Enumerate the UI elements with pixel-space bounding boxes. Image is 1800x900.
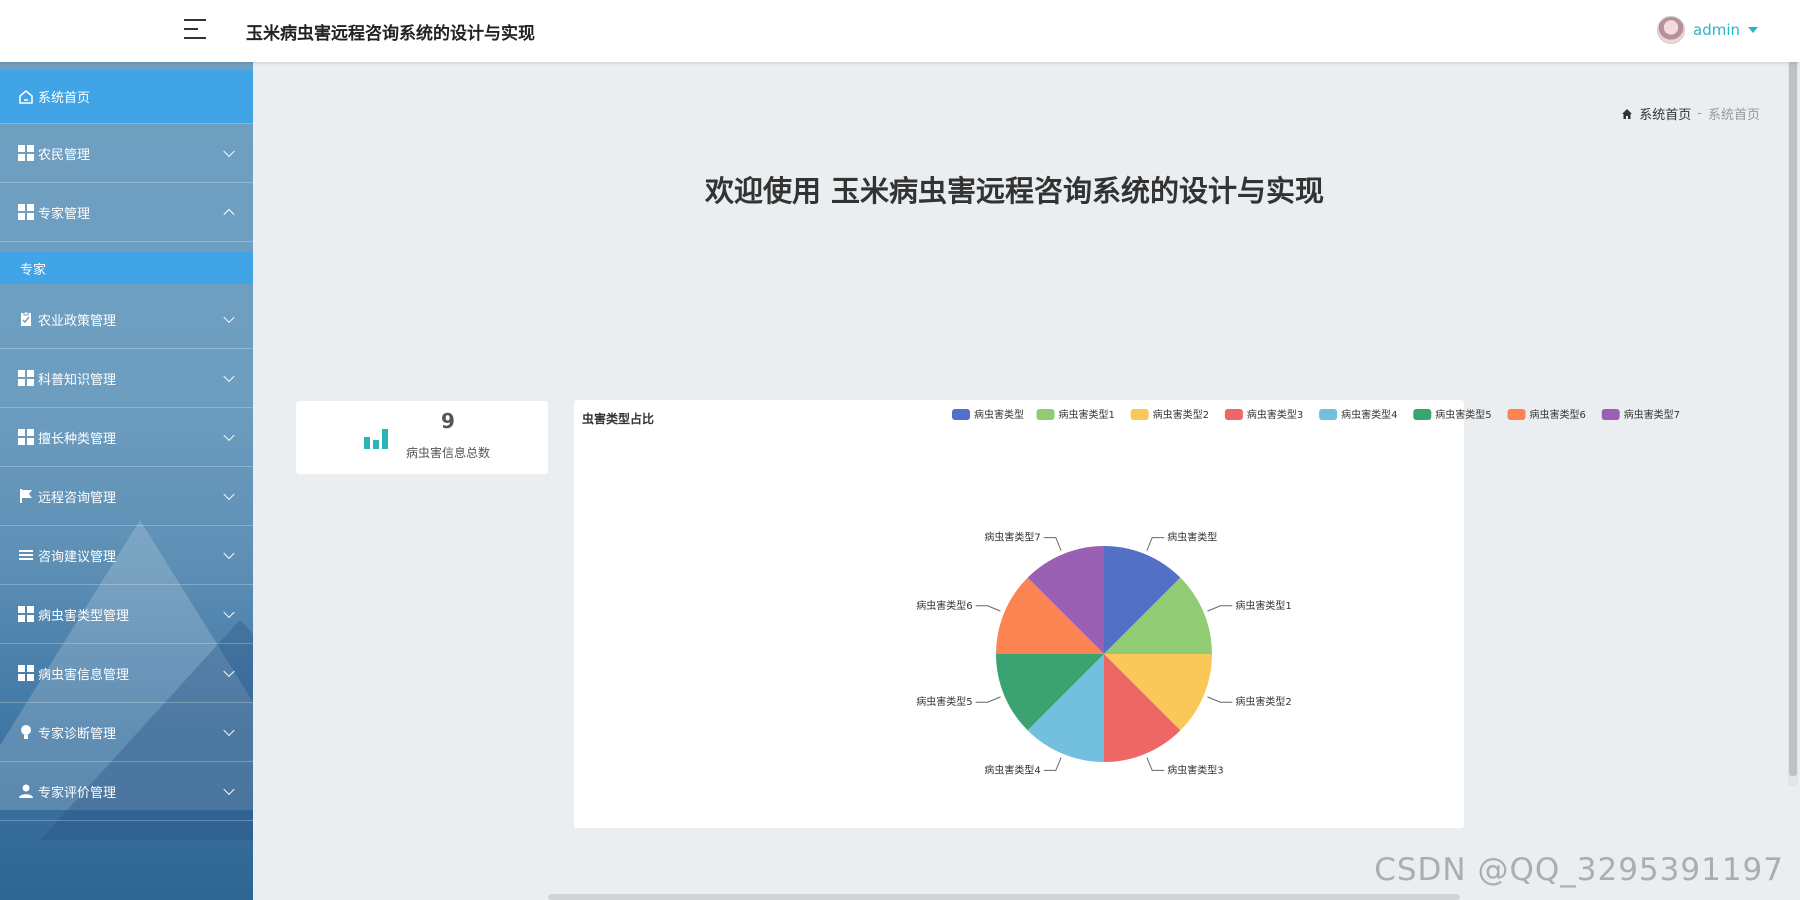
chevron-down-icon	[223, 665, 235, 678]
sidebar-item-label: 病虫害信息管理	[38, 667, 130, 683]
chevron-down-icon	[223, 370, 235, 383]
sidebar-item-label: 咨询建议管理	[38, 549, 117, 565]
sidebar-item-label: 专家评价管理	[38, 785, 117, 801]
grid-icon	[18, 370, 34, 386]
sidebar-item-evaluation[interactable]: 专家评价管理	[0, 762, 253, 821]
sidebar-item-label: 系统首页	[38, 91, 91, 106]
top-header: 玉米病虫害远程咨询系统的设计与实现 admin	[0, 0, 1800, 62]
chevron-down-icon	[223, 488, 235, 501]
chevron-down-icon	[223, 783, 235, 796]
chevron-down-icon	[223, 311, 235, 324]
chevron-down-icon	[223, 606, 235, 619]
sidebar-item-label: 病虫害类型管理	[38, 608, 130, 624]
sidebar-item-label: 擅长种类管理	[38, 431, 117, 447]
menu-toggle-icon[interactable]	[184, 19, 206, 41]
sidebar-item-advice[interactable]: 咨询建议管理	[0, 526, 253, 585]
chevron-down-icon	[223, 429, 235, 442]
home-icon	[1622, 108, 1633, 119]
chevron-down-icon	[223, 145, 235, 158]
sidebar-item-label: 农业政策管理	[38, 313, 117, 329]
sidebar-item-consult[interactable]: 远程咨询管理	[0, 467, 253, 526]
avatar[interactable]	[1657, 16, 1685, 44]
chevron-down-icon	[223, 724, 235, 737]
sidebar-item-pest-info[interactable]: 病虫害信息管理	[0, 644, 253, 703]
flag-icon	[18, 488, 34, 504]
breadcrumb: 系统首页 - 系统首页	[1621, 104, 1760, 123]
user-menu[interactable]: admin	[1657, 16, 1758, 44]
user-icon	[18, 783, 34, 799]
sidebar-subitem-label: 专家	[20, 262, 47, 278]
welcome-heading: 欢迎使用 玉米病虫害远程咨询系统的设计与实现	[704, 174, 1325, 208]
sidebar-subitem-expert[interactable]: 专家	[0, 252, 253, 284]
breadcrumb-separator: -	[1697, 106, 1702, 121]
stat-label: 病虫害信息总数	[405, 446, 490, 460]
sidebar-item-pest-type[interactable]: 病虫害类型管理	[0, 585, 253, 644]
sidebar-item-diagnosis[interactable]: 专家诊断管理	[0, 703, 253, 762]
sidebar-item-label: 科普知识管理	[38, 372, 117, 388]
watermark: CSDN @QQ_3295391197	[1374, 852, 1784, 888]
horizontal-scrollbar[interactable]	[548, 894, 1460, 900]
sidebar-item-policy[interactable]: 农业政策管理	[0, 290, 253, 349]
home-icon	[18, 89, 34, 105]
username[interactable]: admin	[1693, 21, 1740, 39]
sidebar-item-expert[interactable]: 专家管理	[0, 183, 253, 242]
grid-icon	[18, 606, 34, 622]
grid-icon	[18, 665, 34, 681]
chevron-down-icon	[223, 547, 235, 560]
chevron-up-icon	[223, 208, 235, 221]
legend-label[interactable]: 病虫害类型7	[1624, 408, 1680, 421]
grid-icon	[18, 204, 34, 220]
app-title: 玉米病虫害远程咨询系统的设计与实现	[246, 24, 535, 44]
sidebar-item-label: 远程咨询管理	[38, 490, 117, 506]
grid-icon	[18, 429, 34, 445]
pest-type-chart-card: 虫害类型占比	[574, 400, 1464, 828]
sidebar-item-home[interactable]: 系统首页	[0, 70, 253, 124]
sidebar-item-label: 专家诊断管理	[38, 726, 117, 742]
legend-swatch[interactable]	[1507, 409, 1526, 420]
list-icon	[18, 547, 34, 563]
clipboard-icon	[18, 311, 34, 327]
grid-icon	[18, 145, 34, 161]
sidebar-item-farmer[interactable]: 农民管理	[0, 124, 253, 183]
breadcrumb-current: 系统首页	[1707, 108, 1760, 123]
sidebar-item-label: 专家管理	[38, 206, 91, 222]
bar-chart-icon	[364, 427, 390, 449]
legend-swatch[interactable]	[1601, 409, 1620, 420]
sidebar: 系统首页 农民管理 专家管理 专家 农业政策管理 科普知识管理 擅长种类管理 远…	[0, 62, 253, 900]
chart-title: 虫害类型占比	[582, 412, 655, 426]
breadcrumb-home-link[interactable]: 系统首页	[1639, 104, 1691, 123]
legend-label[interactable]: 病虫害类型6	[1530, 408, 1586, 421]
sidebar-item-label: 农民管理	[38, 147, 91, 163]
scrollbar-thumb[interactable]	[1789, 6, 1797, 776]
caret-down-icon[interactable]	[1748, 27, 1758, 33]
sidebar-menu: 系统首页 农民管理 专家管理 专家 农业政策管理 科普知识管理 擅长种类管理 远…	[0, 70, 253, 821]
stat-card-pest-info-total: 9 病虫害信息总数	[296, 401, 548, 474]
stat-value: 9	[441, 409, 455, 433]
bulb-icon	[18, 724, 34, 740]
sidebar-item-specialty[interactable]: 擅长种类管理	[0, 408, 253, 467]
vertical-scrollbar[interactable]	[1788, 4, 1798, 786]
sidebar-item-knowledge[interactable]: 科普知识管理	[0, 349, 253, 408]
